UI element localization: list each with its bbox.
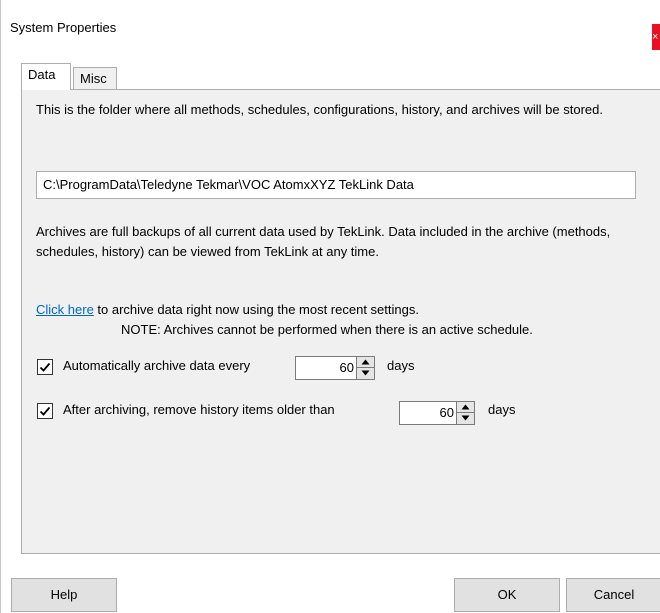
stepper-up-button[interactable] bbox=[357, 357, 374, 368]
archive-now-link[interactable]: Click here bbox=[36, 302, 94, 317]
stepper-up-button[interactable] bbox=[457, 402, 474, 413]
auto-archive-label: Automatically archive data every bbox=[63, 358, 251, 373]
checkmark-icon bbox=[39, 406, 51, 416]
ok-button[interactable]: OK bbox=[454, 578, 560, 612]
archive-description: Archives are full backups of all current… bbox=[36, 224, 611, 259]
window-title: System Properties bbox=[10, 20, 117, 35]
stepper-down-button[interactable] bbox=[457, 413, 474, 424]
stepper-down-button[interactable] bbox=[357, 368, 374, 379]
remove-history-days-stepper[interactable]: 60 bbox=[399, 401, 475, 425]
caret-up-icon bbox=[361, 359, 370, 365]
help-button[interactable]: Help bbox=[11, 578, 117, 612]
auto-archive-checkbox[interactable] bbox=[37, 359, 53, 375]
auto-archive-days-value[interactable]: 60 bbox=[340, 357, 354, 379]
close-icon: × bbox=[652, 31, 659, 43]
folder-description: This is the folder where all methods, sc… bbox=[36, 102, 603, 117]
data-folder-path-input[interactable]: C:\ProgramData\Teledyne Tekmar\VOC Atomx… bbox=[36, 171, 636, 199]
caret-down-icon bbox=[361, 370, 370, 376]
checkmark-icon bbox=[39, 362, 51, 372]
stepper-buttons bbox=[356, 357, 374, 379]
stepper-buttons bbox=[456, 402, 474, 424]
remove-history-checkbox[interactable] bbox=[37, 403, 53, 419]
cancel-button[interactable]: Cancel bbox=[566, 578, 660, 612]
remove-history-label: After archiving, remove history items ol… bbox=[63, 402, 335, 417]
remove-history-unit: days bbox=[488, 402, 516, 417]
archive-note: NOTE: Archives cannot be performed when … bbox=[121, 322, 533, 337]
tab-misc[interactable]: Misc bbox=[73, 67, 117, 91]
tab-data[interactable]: Data bbox=[21, 63, 71, 90]
close-button[interactable]: × bbox=[652, 24, 660, 50]
system-properties-dialog: System Properties × Misc Data This is th… bbox=[0, 0, 660, 613]
data-tab-panel: This is the folder where all methods, sc… bbox=[21, 89, 660, 554]
remove-history-days-value[interactable]: 60 bbox=[440, 402, 454, 424]
auto-archive-days-stepper[interactable]: 60 bbox=[295, 356, 375, 380]
archive-now-text: to archive data right now using the most… bbox=[93, 302, 419, 317]
caret-up-icon bbox=[461, 404, 470, 410]
auto-archive-unit: days bbox=[387, 358, 415, 373]
archive-now-line: Click here to archive data right now usi… bbox=[36, 300, 419, 320]
caret-down-icon bbox=[461, 415, 470, 421]
